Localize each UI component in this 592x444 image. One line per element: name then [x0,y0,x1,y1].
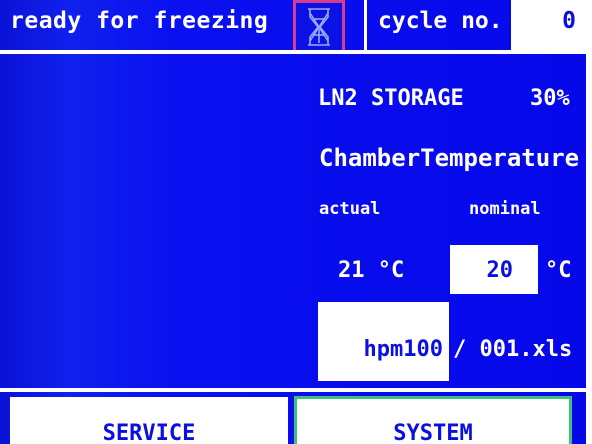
header-divider-line [0,50,586,54]
service-button[interactable]: SERVICE [10,397,288,444]
nominal-temperature-unit: °C [545,258,572,283]
system-button[interactable]: SYSTEM [294,396,572,444]
header-divider [364,0,367,50]
cycle-number-value: 0 [562,8,576,34]
cycle-label: cycle no. [378,8,503,34]
actual-temperature-value: 21 °C [338,258,405,283]
nominal-temperature-field[interactable]: 20 [450,245,538,294]
status-text: ready for freezing [10,8,269,34]
service-button-label: SERVICE [102,421,196,444]
footer-divider-line [0,388,586,392]
freeze-status-indicator[interactable] [293,0,345,53]
nominal-temperature-value: 20 [486,258,514,283]
freezer-control-screen: ready for freezing cycle no. 0 LN2 STORA… [0,0,586,444]
ln2-storage-value: 30% [530,86,570,111]
hourglass-freeze-icon [308,8,330,46]
ln2-storage-label: LN2 STORAGE [318,86,464,111]
actual-label: actual [319,199,381,219]
screen-border [586,0,592,444]
program-file-name: hpm100 [363,337,443,362]
program-file-field[interactable]: hpm100 [318,302,449,381]
chamber-temperature-title: ChamberTemperature [319,144,580,172]
nominal-label: nominal [469,199,541,219]
program-file-suffix: / 001.xls [453,337,573,362]
cycle-number-field[interactable]: 0 [511,0,586,50]
system-button-label: SYSTEM [393,421,473,444]
